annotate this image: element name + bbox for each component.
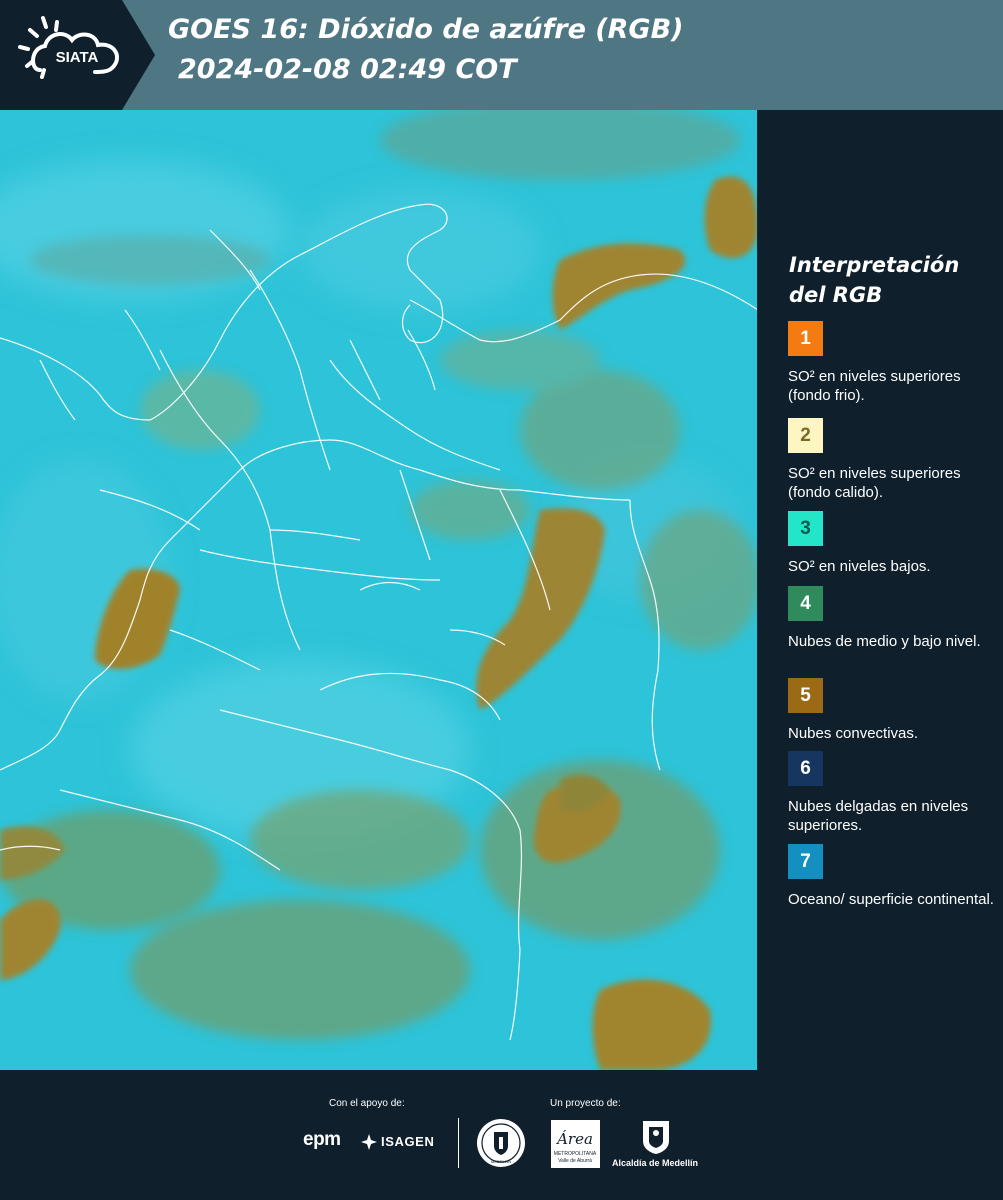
- legend-label-3: SO² en niveles bajos.: [788, 558, 931, 575]
- legend-label-5: Nubes convectivas.: [788, 725, 919, 742]
- area-metropolitana-logo: Área METROPOLITANA Valle de Aburrá: [551, 1120, 600, 1168]
- legend-label-1: SO² en niveles superiores (fondo frio).: [788, 368, 961, 404]
- legend-item-3: 3 SO² en niveles bajos.: [788, 511, 998, 576]
- legend-label-6: Nubes delgadas en niveles superiores.: [788, 798, 969, 834]
- legend-item-6: 6 Nubes delgadas en niveles superiores.: [788, 751, 998, 835]
- siata-logo-panel: SIATA: [0, 0, 155, 110]
- legend-item-7: 7 Oceano/ superficie continental.: [788, 844, 998, 909]
- area-logo-sub1: METROPOLITANA: [554, 1151, 597, 1157]
- legend-item-4: 4 Nubes de medio y bajo nivel.: [788, 586, 998, 651]
- legend-swatch-4: 4: [788, 586, 823, 621]
- legend-swatch-2: 2: [788, 418, 823, 453]
- legend-label-2: SO² en niveles superiores (fondo calido)…: [788, 465, 961, 501]
- area-logo-sub2: Valle de Aburrá: [558, 1158, 592, 1164]
- legend-title-line1: Interpretación: [789, 253, 960, 277]
- rgb-legend: Interpretación del RGB 1 SO² en niveles …: [758, 110, 1003, 1070]
- project-label: Un proyecto de:: [550, 1098, 621, 1109]
- legend-item-2: 2 SO² en niveles superiores (fondo calid…: [788, 418, 998, 504]
- siata-logo-icon: SIATA: [0, 0, 155, 110]
- medellin-seal-icon: MEDELLÍN: [477, 1119, 525, 1167]
- alcaldia-shield-icon: [643, 1121, 669, 1154]
- page-timestamp: 2024-02-08 02:49 COT: [178, 54, 517, 85]
- footer-divider: [458, 1118, 459, 1168]
- area-logo-text: Área: [555, 1130, 593, 1148]
- legend-item-1: 1 SO² en niveles superiores (fondo frio)…: [788, 321, 998, 405]
- legend-swatch-7: 7: [788, 844, 823, 879]
- alcaldia-label: Alcaldía de Medellín: [612, 1158, 699, 1168]
- legend-title: Interpretación del RGB: [789, 250, 994, 310]
- epm-logo: epm: [303, 1129, 341, 1150]
- footer-bar: Con el apoyo de: Un proyecto de: epm ISA…: [0, 1070, 1003, 1200]
- isagen-logo: ISAGEN: [381, 1134, 435, 1149]
- seal-text: MEDELLÍN: [491, 1159, 511, 1164]
- isagen-logo-icon: [361, 1134, 377, 1150]
- legend-swatch-3: 3: [788, 511, 823, 546]
- support-label: Con el apoyo de:: [329, 1098, 405, 1109]
- header-bar: SIATA GOES 16: Dióxido de azúfre (RGB) 2…: [0, 0, 1003, 110]
- legend-swatch-1: 1: [788, 321, 823, 356]
- satellite-map: [0, 110, 758, 1070]
- page-title: GOES 16: Dióxido de azúfre (RGB): [168, 14, 684, 45]
- satellite-rgb-map: [0, 110, 757, 1070]
- legend-title-line2: del RGB: [789, 283, 883, 307]
- legend-swatch-5: 5: [788, 678, 823, 713]
- logo-text: SIATA: [56, 49, 99, 66]
- legend-swatch-6: 6: [788, 751, 823, 786]
- legend-label-4: Nubes de medio y bajo nivel.: [788, 633, 981, 650]
- legend-item-5: 5 Nubes convectivas.: [788, 678, 998, 743]
- legend-label-7: Oceano/ superficie continental.: [788, 891, 994, 908]
